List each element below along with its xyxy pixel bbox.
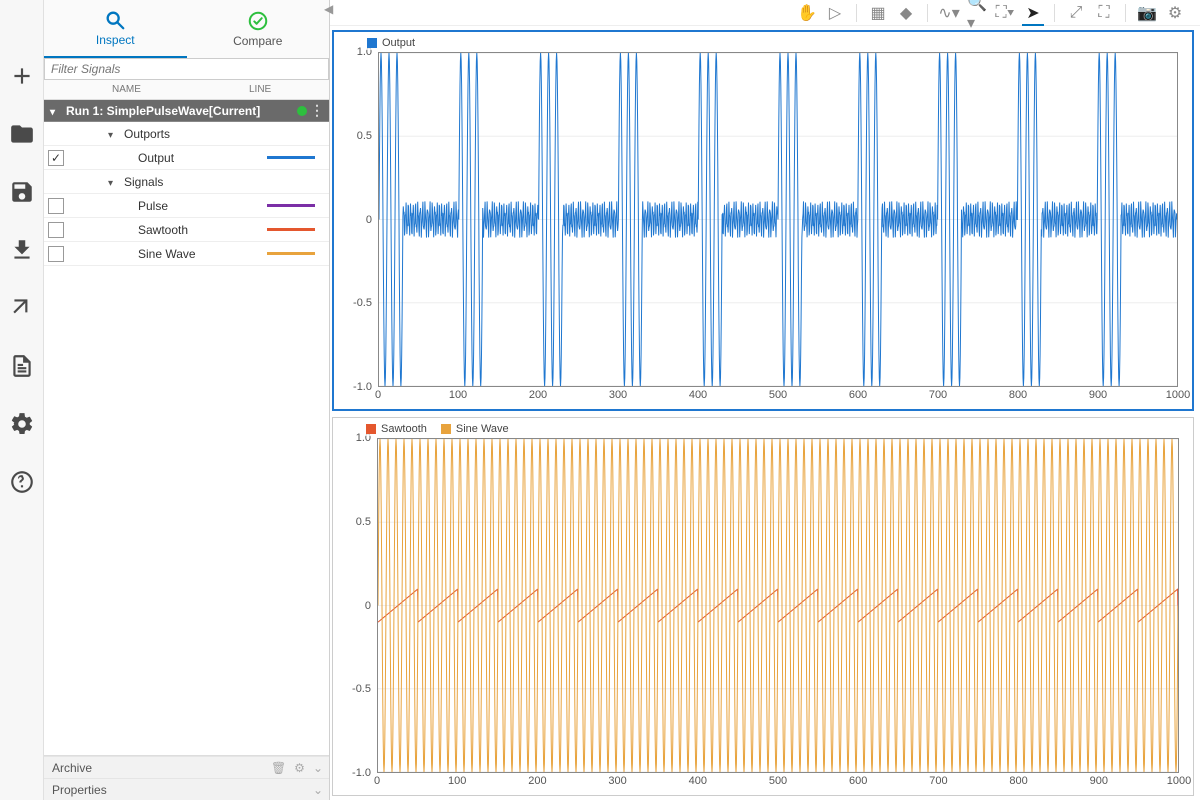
report-icon[interactable] bbox=[6, 350, 38, 382]
signal-row-pulse[interactable]: Pulse bbox=[44, 194, 329, 218]
cursor-measure-icon[interactable]: ∿▾ bbox=[940, 4, 958, 22]
signal-checkbox[interactable] bbox=[48, 222, 64, 238]
signal-line-swatch[interactable] bbox=[267, 156, 315, 159]
tab-inspect-label: Inspect bbox=[96, 33, 135, 47]
signal-line-swatch[interactable] bbox=[267, 228, 315, 231]
signal-checkbox[interactable] bbox=[48, 246, 64, 262]
signal-browser-panel: Inspect Compare NAME LINE Run 1: SimpleP… bbox=[44, 0, 330, 800]
run-menu-icon[interactable]: ⋮ bbox=[310, 102, 323, 119]
signal-line-swatch[interactable] bbox=[267, 204, 315, 207]
group-outports-label: Outports bbox=[124, 127, 170, 141]
open-folder-icon[interactable] bbox=[6, 118, 38, 150]
run-row[interactable]: Run 1: SimplePulseWave[Current] ⋮ bbox=[44, 100, 329, 122]
signal-row-sine[interactable]: Sine Wave bbox=[44, 242, 329, 266]
signal-row-output[interactable]: ✓ Output bbox=[44, 146, 329, 170]
plot-legend: Output bbox=[364, 36, 418, 50]
fullscreen-icon[interactable]: ⛶ bbox=[1095, 4, 1113, 22]
tab-compare[interactable]: Compare bbox=[187, 0, 330, 58]
trash-icon[interactable]: 🗑 bbox=[271, 761, 286, 775]
signal-columns-header: NAME LINE bbox=[44, 80, 329, 100]
group-outports[interactable]: Outports bbox=[44, 122, 329, 146]
signal-row-sawtooth[interactable]: Sawtooth bbox=[44, 218, 329, 242]
signal-name: Pulse bbox=[138, 199, 267, 213]
chevron-down-icon bbox=[108, 175, 120, 189]
properties-label: Properties bbox=[52, 783, 107, 797]
plot-bottom[interactable]: Sawtooth Sine Wave -1.0-0.500.51.0 01002… bbox=[332, 417, 1194, 796]
zoom-icon[interactable]: 🔍▾ bbox=[968, 4, 986, 22]
fit-to-view-icon[interactable]: ⛶▾ bbox=[996, 4, 1014, 22]
group-signals[interactable]: Signals bbox=[44, 170, 329, 194]
legend-label: Sine Wave bbox=[456, 423, 509, 435]
plot-legend: Sawtooth Sine Wave bbox=[363, 422, 512, 436]
signal-checkbox[interactable]: ✓ bbox=[48, 150, 64, 166]
save-icon[interactable] bbox=[6, 176, 38, 208]
compare-icon bbox=[247, 10, 269, 32]
filter-signals-input[interactable] bbox=[44, 58, 329, 80]
archive-label: Archive bbox=[52, 761, 92, 775]
import-icon[interactable] bbox=[6, 234, 38, 266]
group-signals-label: Signals bbox=[124, 175, 163, 189]
snapshot-icon[interactable]: 📷 bbox=[1138, 4, 1156, 22]
chevron-down-icon[interactable]: ⌄ bbox=[313, 761, 323, 775]
plot-toolbar: ✋ ▷ ▦ ◆ ∿▾ 🔍▾ ⛶▾ ➤ ⤢ ⛶ 📷 ⚙ bbox=[330, 0, 1200, 26]
layout-grid-icon[interactable]: ▦ bbox=[869, 4, 887, 22]
signal-line-swatch[interactable] bbox=[267, 252, 315, 255]
tab-inspect[interactable]: Inspect bbox=[44, 0, 187, 58]
legend-swatch bbox=[367, 38, 377, 48]
properties-section[interactable]: Properties ⌄ bbox=[44, 778, 329, 800]
legend-label: Output bbox=[382, 37, 415, 49]
plot-top[interactable]: Output -1.0-0.500.51.0 01002003004005006… bbox=[332, 30, 1194, 411]
pointer-icon[interactable]: ➤ bbox=[1024, 4, 1042, 22]
add-icon[interactable] bbox=[6, 60, 38, 92]
chevron-down-icon bbox=[50, 104, 62, 118]
collapse-panel-handle[interactable]: ◀ bbox=[324, 2, 333, 16]
pan-icon[interactable]: ✋ bbox=[798, 4, 816, 22]
stream-icon[interactable]: ▷ bbox=[826, 4, 844, 22]
signal-name: Sine Wave bbox=[138, 247, 267, 261]
chevron-down-icon bbox=[108, 127, 120, 141]
signal-name: Output bbox=[138, 151, 267, 165]
archive-section[interactable]: Archive 🗑 ⚙ ⌄ bbox=[44, 756, 329, 778]
clear-plot-icon[interactable]: ◆ bbox=[897, 4, 915, 22]
signal-name: Sawtooth bbox=[138, 223, 267, 237]
expand-icon[interactable]: ⤢ bbox=[1067, 4, 1085, 22]
run-status-dot bbox=[297, 106, 307, 116]
column-name[interactable]: NAME bbox=[64, 84, 249, 95]
signal-checkbox[interactable] bbox=[48, 198, 64, 214]
legend-label: Sawtooth bbox=[381, 423, 427, 435]
signal-tree: Outports ✓ Output Signals Pulse Sawtooth bbox=[44, 122, 329, 755]
gear-icon[interactable]: ⚙ bbox=[294, 761, 305, 775]
plot-settings-icon[interactable]: ⚙ bbox=[1166, 4, 1184, 22]
icon-rail bbox=[0, 0, 44, 800]
legend-swatch bbox=[366, 424, 376, 434]
export-icon[interactable] bbox=[6, 292, 38, 324]
legend-swatch bbox=[441, 424, 451, 434]
settings-icon[interactable] bbox=[6, 408, 38, 440]
run-label: Run 1: SimplePulseWave[Current] bbox=[66, 104, 260, 118]
tab-compare-label: Compare bbox=[233, 34, 282, 48]
main-area: ◀ ✋ ▷ ▦ ◆ ∿▾ 🔍▾ ⛶▾ ➤ ⤢ ⛶ bbox=[330, 0, 1200, 800]
column-line[interactable]: LINE bbox=[249, 84, 329, 95]
help-icon[interactable] bbox=[6, 466, 38, 498]
inspect-icon bbox=[104, 9, 126, 31]
chevron-down-icon[interactable]: ⌄ bbox=[313, 783, 323, 797]
